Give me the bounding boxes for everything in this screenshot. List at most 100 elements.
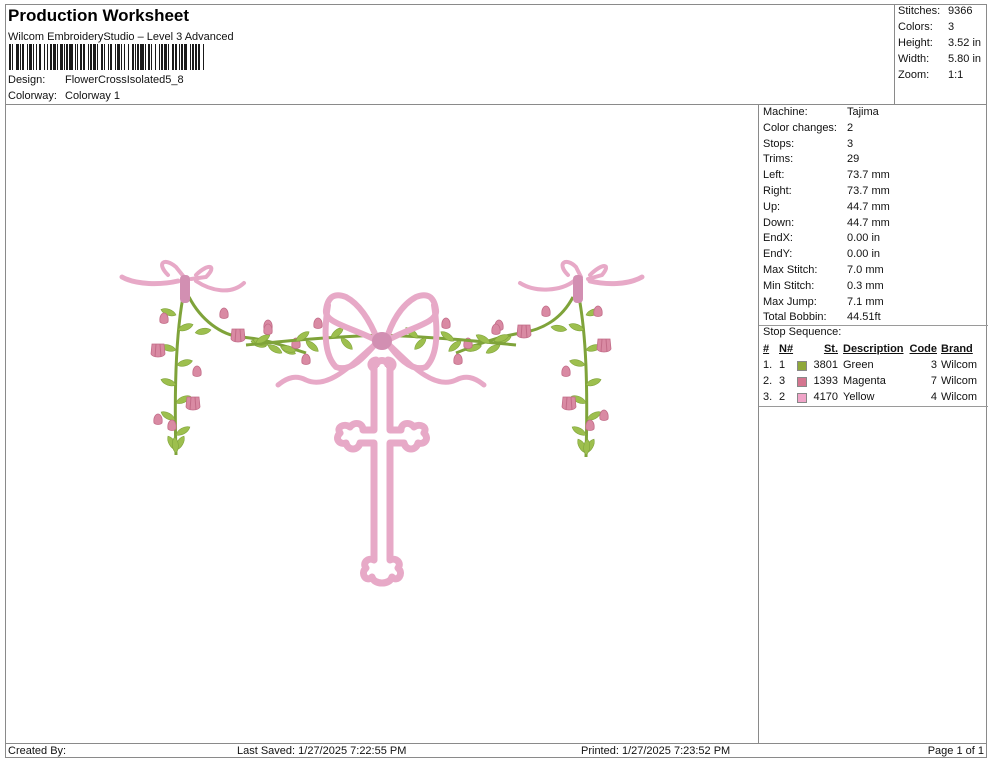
flower-shape (313, 317, 323, 329)
needle-number: 2 (779, 391, 786, 403)
info-row: EndY: 0.00 in (763, 248, 880, 260)
info-row: Color changes: 2 (763, 122, 853, 134)
flower-shape (192, 365, 202, 377)
stop-sequence-table: # N# St. Description Code Brand 1. 1 3801 G… (763, 342, 985, 406)
flower-shape (561, 365, 571, 377)
info-value: 44.7 mm (847, 216, 890, 229)
stop-sequence-row: 2. 3 1393 Magenta 7 Wilcom (763, 374, 985, 390)
flower-shape (159, 312, 169, 324)
flower-shape (585, 419, 595, 431)
flower-shape (441, 317, 451, 329)
stop-sequence-row: 1. 1 3801 Green 3 Wilcom (763, 358, 985, 374)
stop-sequence-title: Stop Sequence: (763, 326, 842, 338)
design-summary: Stitches: 9366 Colors: 3 Height: 3.52 in… (894, 4, 987, 104)
stitches-label: Stitches: (898, 5, 941, 17)
info-label: Trims: (763, 153, 794, 166)
info-label: Left: (763, 169, 785, 182)
thread-brand: Wilcom (941, 359, 978, 371)
info-value: 3 (847, 137, 854, 150)
info-label: EndX: (763, 232, 793, 245)
ribbon-knot (573, 275, 583, 303)
info-label: Max Stitch: (763, 264, 818, 276)
ribbon-knot (180, 275, 190, 303)
info-row: Trims: 29 (763, 153, 859, 165)
info-value: 2 (847, 121, 854, 134)
page-title: Production Worksheet (8, 6, 190, 25)
color-code: 3 (930, 359, 937, 371)
stitch-count: 1393 (813, 375, 838, 387)
info-label: Min Stitch: (763, 279, 815, 292)
flower-shape (263, 323, 273, 335)
ribbon-stroke (189, 265, 214, 281)
info-label: Down: (763, 216, 795, 229)
printed-date: Printed: 1/27/2025 7:23:52 PM (581, 745, 731, 757)
design-value: FlowerCrossIsolated5_8 (65, 74, 184, 86)
flower-shape (219, 307, 229, 319)
flower-shape (541, 305, 551, 317)
flower-shape (516, 324, 532, 339)
thread-brand: Wilcom (941, 375, 978, 387)
flower-shape (593, 305, 603, 317)
needle-number: 3 (779, 375, 786, 387)
width-value: 5.80 in (948, 53, 982, 65)
color-swatch (797, 393, 807, 403)
colors-label: Colors: (898, 21, 933, 33)
info-label: Color changes: (763, 121, 837, 134)
info-value: 7.1 mm (847, 295, 884, 308)
leaf-shape (568, 357, 587, 369)
flower-shape (153, 413, 163, 425)
leaf-shape (438, 328, 457, 344)
info-value: Tajima (847, 106, 879, 118)
info-row: Left: 73.7 mm (763, 169, 890, 181)
info-label: Machine: (763, 106, 808, 118)
zoom-label: Zoom: (898, 69, 930, 81)
panel-divider (759, 325, 988, 326)
flower-shape (167, 419, 177, 431)
panel-divider (759, 406, 988, 407)
ribbon-stroke (119, 274, 181, 287)
flower-shape (150, 343, 166, 358)
flower-shape (453, 353, 463, 365)
info-label: Up: (763, 200, 781, 213)
design-row: Design: FlowerCrossIsolated5_8 (8, 74, 184, 86)
info-value: 73.7 mm (847, 185, 890, 197)
col-number: # (763, 343, 770, 355)
stop-number: 3. (763, 391, 773, 403)
info-value: 73.7 mm (847, 169, 890, 182)
flower-shape (230, 328, 246, 343)
colors-row: Colors: 3 (898, 21, 954, 33)
thread-brand: Wilcom (941, 391, 978, 403)
info-row: Up: 44.7 mm (763, 201, 890, 213)
stop-number: 2. (763, 375, 773, 387)
zoom-row: Zoom: 1:1 (898, 69, 963, 81)
leaf-shape (194, 326, 213, 337)
colorway-row: Colorway: Colorway 1 (8, 90, 120, 102)
info-value: 44.51ft (847, 311, 881, 324)
stop-sequence-row: 3. 2 4170 Yellow 4 Wilcom (763, 390, 985, 406)
page-number: Page 1 of 1 (927, 745, 984, 757)
flower-shape (185, 396, 201, 411)
colors-value: 3 (948, 21, 955, 33)
design-label: Design: (8, 74, 46, 86)
info-value: 0.00 in (847, 232, 881, 245)
leaf-shape (582, 438, 591, 456)
stitch-count: 4170 (813, 391, 838, 403)
info-row: Right: 73.7 mm (763, 185, 890, 197)
info-value: 44.7 mm (847, 200, 890, 213)
ribbon-stroke (160, 259, 186, 279)
info-row: Machine: Tajima (763, 106, 879, 118)
flower-shape (491, 323, 501, 335)
barcode (9, 44, 309, 70)
flower-shape (596, 338, 612, 353)
ribbon-stroke (194, 279, 246, 293)
info-label: Total Bobbin: (763, 311, 827, 324)
right-vine (455, 259, 645, 458)
stop-sequence-header: # N# St. Description Code Brand (763, 342, 985, 358)
ribbon-knot (372, 332, 392, 350)
col-stitch: St. (823, 343, 838, 355)
color-description: Green (843, 359, 874, 371)
height-row: Height: 3.52 in (898, 37, 981, 49)
worksheet-header: Production Worksheet Wilcom EmbroiderySt… (5, 4, 895, 104)
info-label: EndY: (763, 248, 793, 261)
color-swatch (797, 377, 807, 387)
